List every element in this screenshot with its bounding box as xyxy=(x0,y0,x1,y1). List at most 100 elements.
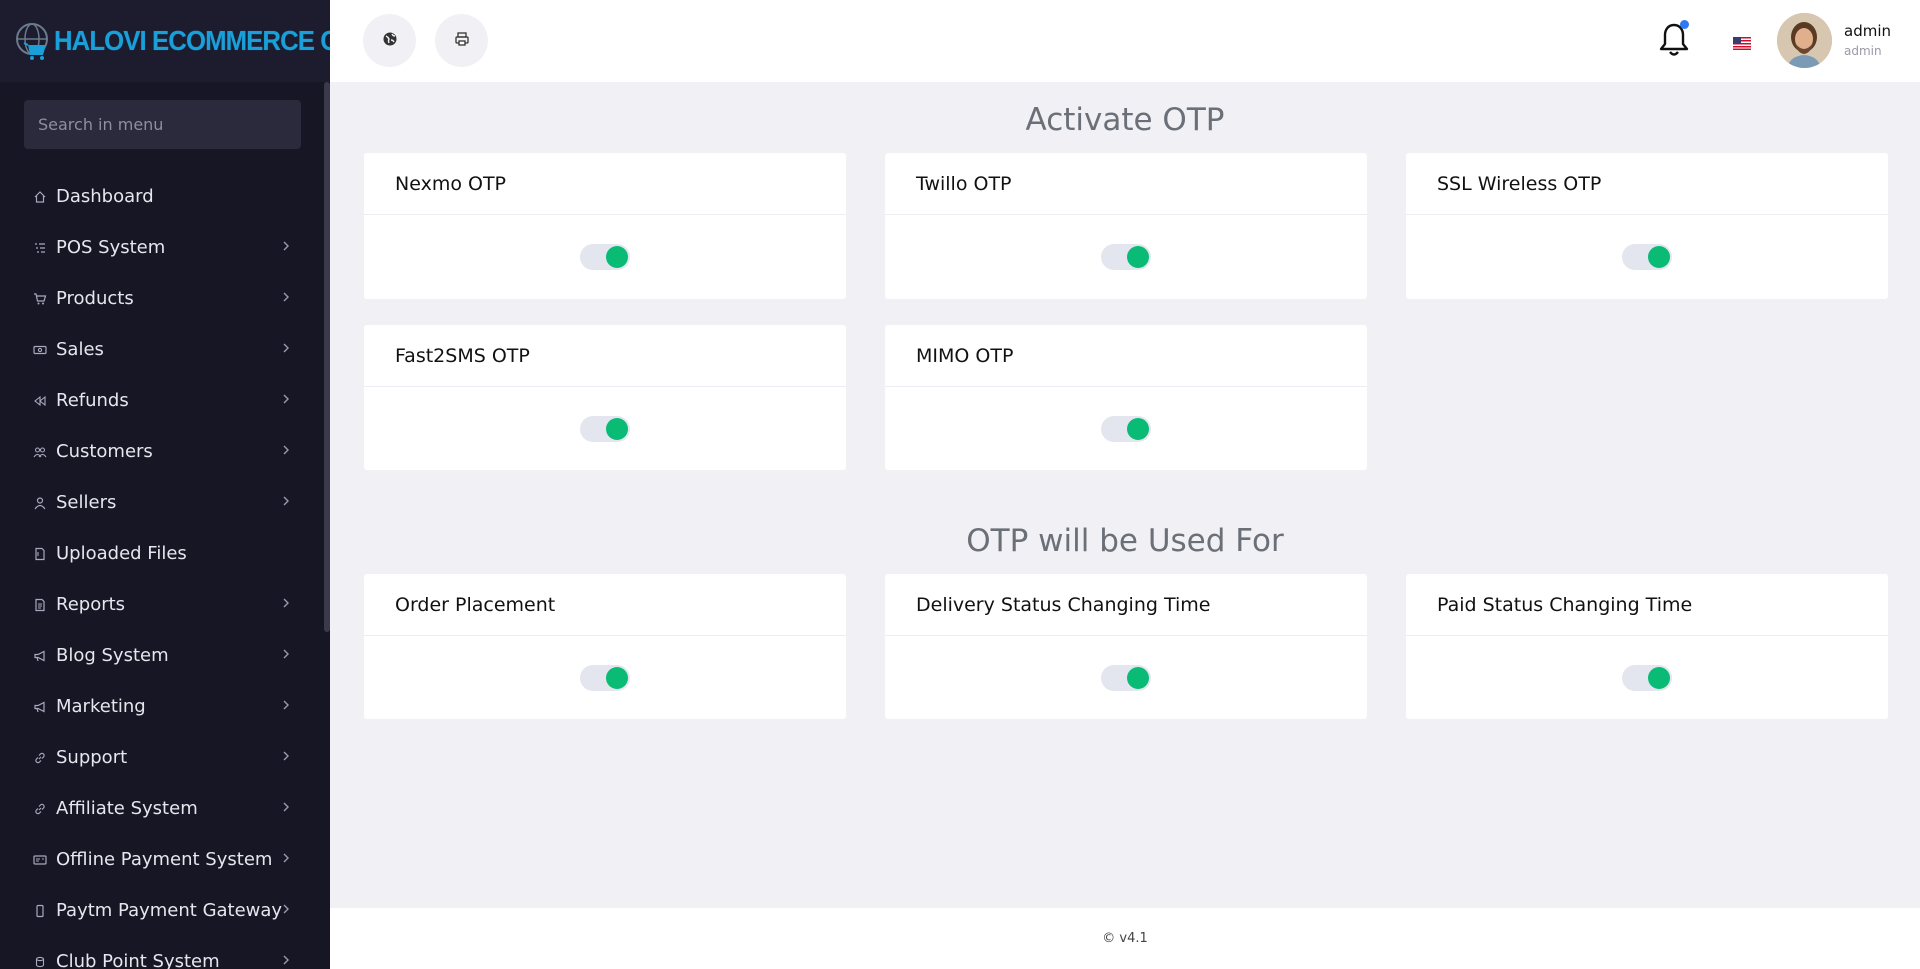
notification-dot xyxy=(1680,20,1689,29)
mobile-icon xyxy=(32,903,48,919)
mimo-otp-toggle[interactable] xyxy=(1101,415,1151,442)
chevron-right-icon xyxy=(282,291,294,307)
sidebar-item-products[interactable]: Products xyxy=(0,273,330,324)
twillo-otp-toggle[interactable] xyxy=(1101,244,1151,270)
chevron-right-icon xyxy=(282,597,294,613)
sidebar-item-dashboard[interactable]: Dashboard xyxy=(0,171,330,222)
sidebar-item-sales[interactable]: Sales xyxy=(0,324,330,375)
brand-name: HALOVI ECOMMERCE CMS xyxy=(54,25,330,56)
paid-status-toggle[interactable] xyxy=(1622,664,1672,691)
sidebar-item-pos-system[interactable]: POS System xyxy=(0,222,330,273)
notifications-button[interactable] xyxy=(1657,20,1691,60)
chevron-right-icon xyxy=(282,852,294,868)
logo[interactable]: HALOVI ECOMMERCE CMS xyxy=(14,19,330,63)
sidebar-item-label: Uploaded Files xyxy=(56,543,187,564)
version-text: © v4.1 xyxy=(1102,931,1148,946)
user-icon xyxy=(32,495,48,511)
chevron-right-icon xyxy=(282,444,294,460)
fast2sms-otp-toggle[interactable] xyxy=(580,415,630,442)
bullhorn-icon xyxy=(32,648,48,664)
users-icon xyxy=(32,444,48,460)
user-role: admin xyxy=(1844,44,1882,58)
sidebar-item-customers[interactable]: Customers xyxy=(0,426,330,477)
search-input[interactable] xyxy=(24,100,301,149)
user-name: admin xyxy=(1844,22,1891,40)
footer: © v4.1 xyxy=(330,908,1920,969)
toggle-knob xyxy=(1648,246,1670,268)
sidebar-item-label: Sales xyxy=(56,339,104,360)
sidebar-item-uploaded-files[interactable]: Uploaded Files xyxy=(0,528,330,579)
otp-card: Twillo OTP xyxy=(885,153,1367,299)
link-icon xyxy=(32,801,48,817)
report-icon xyxy=(32,597,48,613)
card-title: Order Placement xyxy=(364,574,846,636)
sidebar-item-label: Blog System xyxy=(56,645,169,666)
sidebar-item-refunds[interactable]: Refunds xyxy=(0,375,330,426)
chevron-right-icon xyxy=(282,954,294,969)
toggle-knob xyxy=(1127,666,1149,689)
sidebar-item-affiliate-system[interactable]: Affiliate System xyxy=(0,783,330,834)
toggle-knob xyxy=(1127,417,1149,440)
sidebar-item-label: Dashboard xyxy=(56,186,154,207)
list-icon xyxy=(32,240,48,256)
toggle-knob xyxy=(1127,246,1149,268)
toggle-knob xyxy=(1648,666,1670,689)
sidebar-item-paytm-payment-gateway[interactable]: Paytm Payment Gateway xyxy=(0,885,330,936)
chevron-right-icon xyxy=(282,903,294,919)
sidebar-item-marketing[interactable]: Marketing xyxy=(0,681,330,732)
bullhorn-icon xyxy=(32,699,48,715)
sidebar-header: HALOVI ECOMMERCE CMS xyxy=(0,0,330,82)
folder-icon xyxy=(32,546,48,562)
link-icon xyxy=(32,750,48,766)
sidebar-item-label: Refunds xyxy=(56,390,129,411)
order-placement-toggle[interactable] xyxy=(580,664,630,691)
globe-icon xyxy=(382,31,398,51)
usage-card: Paid Status Changing Time xyxy=(1406,574,1888,719)
card-title: Delivery Status Changing Time xyxy=(885,574,1367,636)
card-title: Fast2SMS OTP xyxy=(364,325,846,387)
sidebar-item-offline-payment-system[interactable]: Offline Payment System xyxy=(0,834,330,885)
toggle-knob xyxy=(606,417,628,440)
topbar: admin admin xyxy=(330,0,1920,82)
home-icon xyxy=(32,189,48,205)
cart-globe-logo-icon xyxy=(14,19,54,63)
printer-icon xyxy=(454,31,470,51)
usage-card: Order Placement xyxy=(364,574,846,719)
chevron-right-icon xyxy=(282,699,294,715)
toggle-knob xyxy=(606,666,628,689)
ssl-wireless-otp-toggle[interactable] xyxy=(1622,244,1672,270)
card-title: Nexmo OTP xyxy=(364,153,846,215)
card-icon xyxy=(32,852,48,868)
sidebar-item-label: Paytm Payment Gateway xyxy=(56,900,283,921)
backward-icon xyxy=(32,393,48,409)
sidebar-item-club-point-system[interactable]: Club Point System xyxy=(0,936,330,969)
sidebar-item-label: Customers xyxy=(56,441,153,462)
sidebar-item-label: Offline Payment System xyxy=(56,849,273,870)
otp-card: Nexmo OTP xyxy=(364,153,846,299)
delivery-status-toggle[interactable] xyxy=(1101,664,1151,691)
sidebar-item-label: Products xyxy=(56,288,134,309)
sidebar-item-blog-system[interactable]: Blog System xyxy=(0,630,330,681)
chevron-right-icon xyxy=(282,750,294,766)
bell-icon xyxy=(1657,23,1691,64)
chevron-right-icon xyxy=(282,342,294,358)
nexmo-otp-toggle[interactable] xyxy=(580,244,630,270)
print-button[interactable] xyxy=(435,14,488,67)
us-flag-icon[interactable] xyxy=(1733,35,1751,50)
chevron-right-icon xyxy=(282,648,294,664)
sidebar-item-label: Marketing xyxy=(56,696,146,717)
money-icon xyxy=(32,342,48,358)
sidebar-item-label: POS System xyxy=(56,237,166,258)
sidebar-item-sellers[interactable]: Sellers xyxy=(0,477,330,528)
sidebar-menu: Dashboard POS System Products Sales Refunds C… xyxy=(0,171,330,969)
sidebar-item-label: Club Point System xyxy=(56,951,220,969)
chevron-right-icon xyxy=(282,801,294,817)
avatar[interactable] xyxy=(1777,13,1832,68)
sidebar: HALOVI ECOMMERCE CMS Dashboard POS System… xyxy=(0,0,330,969)
visit-website-button[interactable] xyxy=(363,14,416,67)
coin-icon xyxy=(32,954,48,969)
sidebar-item-support[interactable]: Support xyxy=(0,732,330,783)
sidebar-item-reports[interactable]: Reports xyxy=(0,579,330,630)
chevron-right-icon xyxy=(282,393,294,409)
otp-usage-title: OTP will be Used For xyxy=(966,523,1284,559)
